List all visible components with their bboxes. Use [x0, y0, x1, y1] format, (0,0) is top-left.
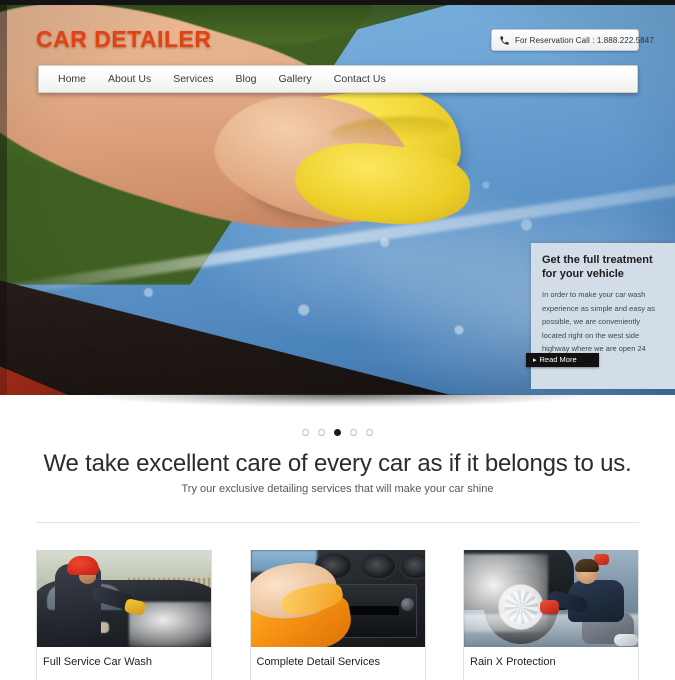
read-more-label: Read More — [539, 355, 577, 364]
service-card-rain-x-protection[interactable]: Rain X Protection — [463, 550, 639, 680]
slider-dot-1[interactable] — [302, 429, 309, 436]
card1-red-cap — [67, 556, 99, 575]
nav-item-about-us[interactable]: About Us — [97, 66, 162, 92]
page-root: CAR DETAILER For Reservation Call : 1.88… — [0, 0, 675, 680]
service-card-image-3 — [464, 550, 638, 647]
service-card-image-2 — [250, 550, 425, 647]
slider-dot-2[interactable] — [318, 429, 325, 436]
reservation-phone-text: For Reservation Call : 1.888.222.5847 — [515, 35, 654, 45]
nav-item-services[interactable]: Services — [162, 66, 224, 92]
service-card-image-1 — [37, 550, 211, 647]
hero-caption-title: Get the full treatment for your vehicle — [542, 254, 653, 280]
nav-item-home[interactable]: Home — [47, 66, 97, 92]
nav-item-blog[interactable]: Blog — [224, 66, 267, 92]
page-subheadline: Try our exclusive detailing services tha… — [181, 483, 494, 495]
card3-worker-glove — [540, 600, 559, 614]
card2-air-vent-2 — [360, 554, 395, 578]
card2-control-knob — [400, 598, 414, 611]
slider-dot-5[interactable] — [366, 429, 373, 436]
services-card-row: Full Service Car Wash Complete Detail Se… — [36, 550, 639, 680]
read-more-button[interactable]: ▸ Read More — [526, 353, 599, 367]
reservation-phone-pill[interactable]: For Reservation Call : 1.888.222.5847 — [491, 29, 654, 51]
page-headline: We take excellent care of every car as i… — [43, 450, 632, 477]
service-card-complete-detail-services[interactable]: Complete Detail Services — [249, 550, 426, 680]
service-card-label-2: Complete Detail Services — [256, 656, 381, 668]
main-navigation[interactable]: Home About Us Services Blog Gallery Cont… — [38, 65, 638, 93]
hero-drop-shadow — [8, 394, 667, 428]
section-divider — [36, 522, 639, 523]
chevron-right-icon: ▸ — [533, 357, 537, 364]
site-logo[interactable]: CAR DETAILER — [36, 26, 212, 53]
hero-caption-box: Get the full treatment for your vehicle … — [526, 243, 675, 389]
slider-dot-3[interactable] — [334, 429, 341, 436]
nav-item-contact-us[interactable]: Contact Us — [323, 66, 397, 92]
card3-worker-hair — [575, 559, 599, 572]
service-card-label-3: Rain X Protection — [470, 656, 556, 668]
card3-worker-shoe — [614, 634, 638, 646]
slider-pagination[interactable] — [0, 429, 675, 436]
nav-item-gallery[interactable]: Gallery — [268, 66, 323, 92]
slider-dot-4[interactable] — [350, 429, 357, 436]
service-card-full-service-car-wash[interactable]: Full Service Car Wash — [36, 550, 212, 680]
hero-slider[interactable]: CAR DETAILER For Reservation Call : 1.88… — [0, 5, 675, 395]
phone-icon — [500, 35, 509, 45]
service-card-label-1: Full Service Car Wash — [43, 656, 153, 668]
